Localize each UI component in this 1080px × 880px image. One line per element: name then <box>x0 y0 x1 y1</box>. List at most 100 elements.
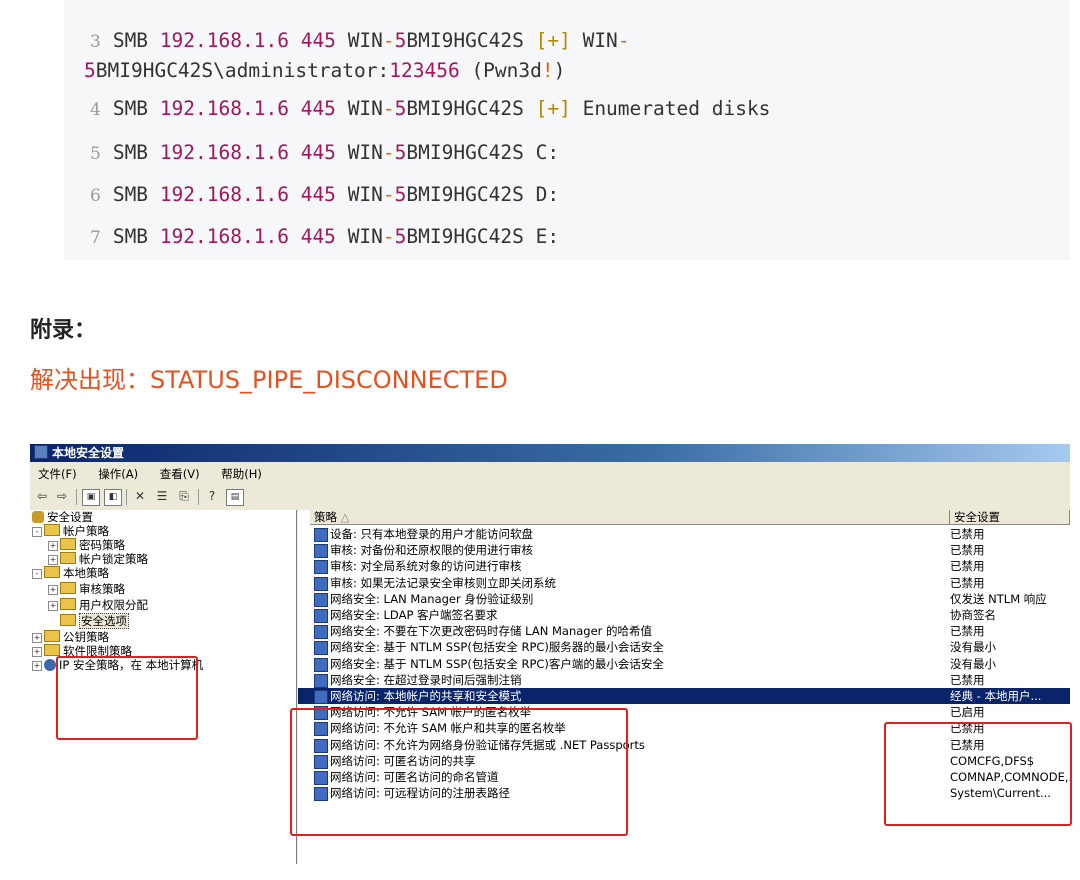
expand-icon[interactable]: + <box>48 541 58 551</box>
folder-icon <box>60 582 76 594</box>
code-line-4: 4 SMB 192.168.1.6 445 WIN-5BMI9HGC42S [+]… <box>90 97 771 120</box>
policy-setting: 已禁用 <box>950 559 985 574</box>
table-row[interactable]: 网络安全: 基于 NTLM SSP(包括安全 RPC)客户端的最小会话安全 没有最… <box>298 656 1070 672</box>
policy-name: 网络访问: 本地帐户的共享和安全模式 <box>330 689 522 703</box>
sort-ascending-icon: △ <box>340 510 350 524</box>
table-row[interactable]: 审核: 对全局系统对象的访问进行审核 已禁用 <box>298 558 1070 575</box>
toolbar: ⇦ ⇨ ▣ ◧ ✕ ☰ ⎘ ? ▤ <box>30 486 1070 508</box>
tree-item-local-policies[interactable]: - 本地策略 <box>32 566 109 581</box>
tree-item-audit-policy[interactable]: + 审核策略 <box>48 582 125 597</box>
policy-icon <box>314 528 328 542</box>
folder-icon <box>44 524 60 536</box>
policy-name: 设备: 只有本地登录的用户才能访问软盘 <box>330 527 534 541</box>
policy-name: 审核: 对备份和还原权限的使用进行审核 <box>330 543 534 558</box>
console-icon[interactable]: ▤ <box>226 489 244 506</box>
folder-icon <box>60 614 76 626</box>
table-row[interactable]: 审核: 对备份和还原权限的使用进行审核 已禁用 <box>298 542 1070 559</box>
ip-security-icon <box>44 659 56 671</box>
window-title: 本地安全设置 <box>52 446 125 460</box>
table-row[interactable]: 网络安全: 不要在下次更改密码时存储 LAN Manager 的哈希值 已禁用 <box>298 623 1070 640</box>
code-line-7: 7 SMB 192.168.1.6 445 WIN-5BMI9HGC42S E: <box>90 225 560 248</box>
expand-icon[interactable]: + <box>48 601 58 611</box>
menu-view[interactable]: 查看(V) <box>160 467 200 481</box>
policy-name: 审核: 对全局系统对象的访问进行审核 <box>330 559 522 574</box>
policy-icon <box>314 673 328 688</box>
policy-setting: 协商签名 <box>950 608 996 622</box>
expand-icon[interactable]: + <box>48 585 58 595</box>
tree-item-security-options[interactable]: 安全选项 <box>60 613 129 629</box>
policy-icon <box>314 576 328 591</box>
table-row[interactable]: 网络访问: 本地帐户的共享和安全模式 经典 - 本地用户... <box>298 688 1070 704</box>
folder-icon <box>60 552 76 564</box>
expand-icon[interactable]: + <box>32 633 42 643</box>
annotation-box-policies <box>290 708 628 836</box>
folder-icon <box>44 566 60 578</box>
policy-icon <box>314 657 328 672</box>
table-row[interactable]: 网络安全: 基于 NTLM SSP(包括安全 RPC)服务器的最小会话安全 没有最… <box>298 639 1070 656</box>
table-row[interactable]: 网络安全: LAN Manager 身份验证级别 仅发送 NTLM 响应 <box>298 591 1070 607</box>
up-folder-icon[interactable]: ▣ <box>82 489 100 506</box>
appendix-heading: 附录： <box>30 318 97 343</box>
policy-icon <box>314 641 328 656</box>
security-settings-icon <box>32 511 44 523</box>
properties-icon[interactable]: ☰ <box>154 489 170 504</box>
policy-icon <box>314 592 328 607</box>
policy-setting: 已禁用 <box>950 575 985 590</box>
policy-icon <box>314 544 328 559</box>
show-tree-icon[interactable]: ◧ <box>104 489 122 506</box>
table-row[interactable]: 网络安全: LDAP 客户端签名要求 协商签名 <box>298 607 1070 623</box>
menu-bar: 文件(F) 操作(A) 查看(V) 帮助(H) <box>30 464 272 484</box>
column-header-setting[interactable]: 安全设置 <box>950 510 1070 525</box>
folder-icon <box>60 598 76 610</box>
folder-icon <box>44 630 60 642</box>
column-header-policy[interactable]: 策略 △ <box>310 510 950 525</box>
expand-icon[interactable]: + <box>32 647 42 657</box>
policy-name: 网络安全: 在超过登录时间后强制注销 <box>330 672 522 687</box>
forward-arrow-icon[interactable]: ⇨ <box>54 489 70 504</box>
tree-item-lockout-policy[interactable]: + 帐户锁定策略 <box>48 552 148 567</box>
policy-setting: 已启用 <box>950 705 985 720</box>
tree-item-security-settings[interactable]: 安全设置 <box>32 510 93 525</box>
policy-name: 网络安全: LDAP 客户端签名要求 <box>330 608 498 622</box>
table-row[interactable]: 设备: 只有本地登录的用户才能访问软盘 已禁用 <box>298 526 1070 542</box>
tree-item-public-key[interactable]: + 公钥策略 <box>32 630 109 645</box>
policy-name: 网络安全: 基于 NTLM SSP(包括安全 RPC)服务器的最小会话安全 <box>330 640 664 655</box>
folder-icon <box>60 538 76 550</box>
collapse-icon[interactable]: - <box>32 527 42 537</box>
policy-setting: 已禁用 <box>950 543 985 558</box>
menu-action[interactable]: 操作(A) <box>98 467 138 481</box>
annotation-box-settings <box>884 722 1072 826</box>
export-icon[interactable]: ⎘ <box>176 489 192 504</box>
policy-name: 网络安全: 不要在下次更改密码时存储 LAN Manager 的哈希值 <box>330 624 653 639</box>
table-row[interactable]: 审核: 如果无法记录安全审核则立即关闭系统 已禁用 <box>298 575 1070 591</box>
policy-name: 网络安全: 基于 NTLM SSP(包括安全 RPC)客户端的最小会话安全 <box>330 656 664 671</box>
help-icon[interactable]: ? <box>204 489 220 504</box>
menu-help[interactable]: 帮助(H) <box>221 467 262 481</box>
code-line-5: 5 SMB 192.168.1.6 445 WIN-5BMI9HGC42S C: <box>90 141 560 164</box>
expand-icon[interactable]: + <box>48 555 58 565</box>
code-line-6: 6 SMB 192.168.1.6 445 WIN-5BMI9HGC42S D: <box>90 183 560 206</box>
tree-item-password-policy[interactable]: + 密码策略 <box>48 538 125 553</box>
table-row[interactable]: 网络安全: 在超过登录时间后强制注销 已禁用 <box>298 672 1070 688</box>
policy-setting: 没有最小 <box>950 656 996 671</box>
delete-icon[interactable]: ✕ <box>132 489 148 504</box>
code-block: 3 SMB 192.168.1.6 445 WIN-5BMI9HGC42S [+]… <box>64 0 1070 260</box>
policy-name: 审核: 如果无法记录安全审核则立即关闭系统 <box>330 575 557 590</box>
policy-icon <box>314 609 328 623</box>
back-arrow-icon[interactable]: ⇦ <box>34 489 50 504</box>
window-titlebar[interactable]: 本地安全设置 <box>30 444 1070 462</box>
policy-setting: 没有最小 <box>950 640 996 655</box>
policy-setting: 已禁用 <box>950 672 985 687</box>
policy-icon <box>314 625 328 640</box>
policy-name: 网络安全: LAN Manager 身份验证级别 <box>330 591 534 606</box>
solution-heading: 解决出现：STATUS_PIPE_DISCONNECTED <box>30 366 508 394</box>
app-icon <box>34 445 48 459</box>
policy-icon <box>314 560 328 575</box>
collapse-icon[interactable]: - <box>32 569 42 579</box>
policy-setting: 已禁用 <box>950 624 985 639</box>
tree-item-user-rights[interactable]: + 用户权限分配 <box>48 598 148 613</box>
code-line-3-wrap: 5BMI9HGC42S\administrator:123456 (Pwn3d!… <box>84 59 566 82</box>
expand-icon[interactable]: + <box>32 661 42 671</box>
tree-item-account-policies[interactable]: - 帐户策略 <box>32 524 109 539</box>
menu-file[interactable]: 文件(F) <box>38 467 77 481</box>
